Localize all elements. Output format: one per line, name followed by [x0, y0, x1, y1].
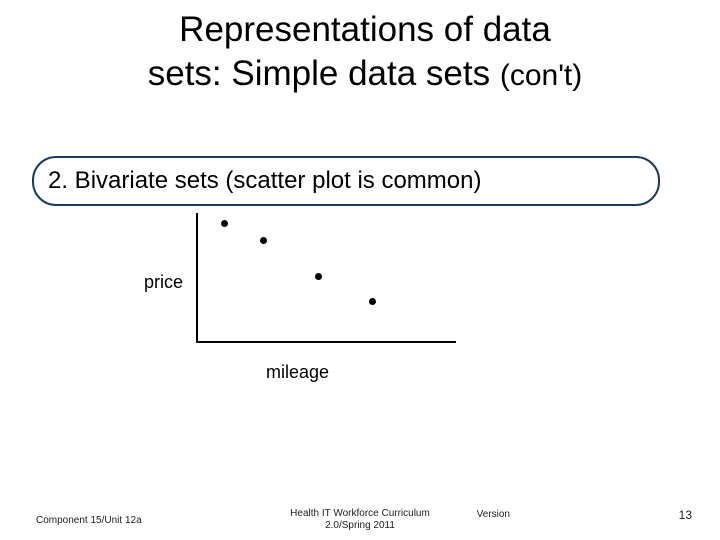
slide-title: Representations of data sets: Simple dat… [30, 8, 700, 96]
footer-center-line1: Health IT Workforce Curriculum [0, 508, 720, 520]
footer-page: 13 [679, 508, 692, 522]
y-axis [196, 213, 198, 343]
scatter-chart [196, 213, 456, 343]
data-point [369, 298, 376, 305]
title-line1: Representations of data [179, 10, 551, 49]
footer-version: Version [477, 509, 510, 520]
chart-ylabel: price [144, 272, 183, 293]
x-axis [196, 341, 456, 343]
data-point [260, 237, 267, 244]
section-box: 2. Bivariate sets (scatter plot is commo… [32, 156, 660, 206]
section-heading: 2. Bivariate sets (scatter plot is commo… [48, 167, 481, 195]
footer-center: Health IT Workforce Curriculum 2.0/Sprin… [0, 508, 720, 532]
footer: Component 15/Unit 12a Health IT Workforc… [0, 500, 720, 532]
data-point [315, 273, 322, 280]
footer-center-line2: 2.0/Spring 2011 [0, 520, 720, 532]
chart-xlabel: mileage [266, 362, 329, 383]
slide: Representations of data sets: Simple dat… [0, 0, 720, 540]
title-line2a: sets: Simple data sets [148, 54, 500, 93]
data-point [221, 220, 228, 227]
title-cont: (con't) [500, 59, 582, 92]
